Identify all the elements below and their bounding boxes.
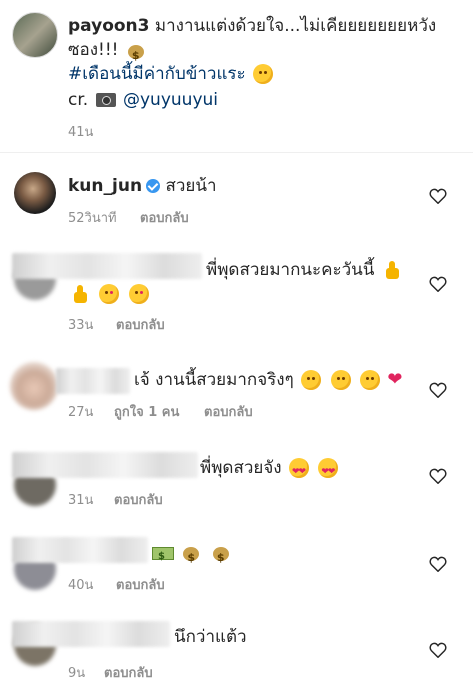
like-heart-icon[interactable] [429, 188, 447, 204]
smiling-emoji-icon [359, 370, 380, 390]
kiss-emoji-icon [99, 284, 120, 304]
comment-time: 40น [68, 578, 94, 593]
like-heart-icon[interactable] [429, 276, 447, 292]
comment-line: พี่พุดสวยมากนะคะวันนี้ [206, 259, 404, 281]
comment-time: 9น [68, 666, 86, 681]
comment-time: 52วินาที [68, 211, 117, 226]
money-face-emoji-icon [126, 40, 146, 67]
comment-text: เจ้ งานนี้สวยมากจริงๆ [134, 370, 294, 390]
comment-text: สวยน้า [165, 176, 217, 196]
heart-eyes-emoji-icon [289, 458, 310, 483]
smiling-emoji-icon [330, 370, 351, 390]
caption-credit-handle[interactable]: @yuyuuyui [123, 90, 218, 110]
camera-emoji-icon [95, 93, 116, 107]
caption-username[interactable]: payoon3 [68, 16, 150, 36]
money-bag-emoji-icon [211, 542, 231, 569]
comment-username[interactable]: kun_jun [68, 176, 142, 196]
comment-line: นึกว่าแต้ว [174, 626, 247, 648]
laughing-emoji-icon [253, 64, 274, 84]
reply-button[interactable]: ตอบกลับ [104, 662, 153, 683]
thumbs-up-emoji-icon [70, 284, 90, 304]
reply-button[interactable]: ตอบกลับ [114, 489, 163, 510]
comment-line: เจ้ งานนี้สวยมากจริงๆ ❤ [134, 369, 402, 391]
reply-button[interactable]: ตอบกลับ [204, 401, 253, 422]
like-heart-icon[interactable] [429, 556, 447, 572]
caption-divider [0, 152, 473, 153]
caption-text-line1: มางานแต่งด้วยใจ...ไม่เคียยยยยยยหวัง [154, 16, 437, 36]
caption-credit-line: cr. @yuyuuyui [68, 89, 218, 111]
like-heart-icon[interactable] [429, 382, 447, 398]
redacted-username [56, 368, 130, 394]
smiling-emoji-icon [301, 370, 322, 390]
commenter-avatar[interactable] [10, 362, 58, 410]
like-heart-icon[interactable] [429, 642, 447, 658]
reply-button[interactable]: ตอบกลับ [116, 314, 165, 335]
reply-button[interactable]: ตอบกลับ [140, 207, 189, 228]
red-heart-emoji-icon: ❤ [387, 369, 403, 390]
caption-hashtag[interactable]: #เดือนนี้มีค่ากับข้าวแระ [68, 64, 246, 84]
caption-time: 41น [68, 125, 94, 140]
thumbs-up-emoji-icon [382, 260, 402, 280]
redacted-username [12, 621, 170, 647]
heart-eyes-emoji-icon [318, 458, 339, 483]
reply-button[interactable]: ตอบกลับ [116, 574, 165, 595]
caption-line2: ซอง!!! [68, 39, 148, 67]
comment-line: kun_jun สวยน้า [68, 175, 217, 197]
verified-badge-icon [146, 179, 161, 193]
caption-hashtag-line: #เดือนนี้มีค่ากับข้าวแระ [68, 63, 275, 85]
redacted-username [12, 452, 198, 478]
comment-time: 33น [68, 318, 94, 333]
comment-text: พี่พุดสวยจัง [200, 458, 282, 478]
caption-avatar[interactable] [12, 12, 58, 58]
like-count-button[interactable]: ถูกใจ 1 คน [114, 401, 179, 422]
kiss-emoji-icon [128, 284, 149, 304]
comment-text: พี่พุดสวยมากนะคะวันนี้ [206, 260, 375, 280]
caption-credit-prefix: cr. [68, 90, 89, 110]
comment-line [150, 541, 233, 569]
like-heart-icon[interactable] [429, 468, 447, 484]
caption-line1: payoon3 มางานแต่งด้วยใจ...ไม่เคียยยยยยยห… [68, 15, 436, 37]
redacted-username [12, 537, 148, 563]
commenter-avatar[interactable] [14, 172, 56, 214]
caption-text-line2: ซอง!!! [68, 40, 119, 60]
comment-line: พี่พุดสวยจัง [200, 457, 340, 483]
comment-time: 31น [68, 493, 94, 508]
comment-text: นึกว่าแต้ว [174, 627, 247, 647]
dollar-bill-emoji-icon [152, 542, 174, 568]
comment-emoji-line [68, 283, 151, 305]
comment-time: 27น [68, 405, 94, 420]
redacted-username [12, 253, 202, 279]
money-bag-emoji-icon [181, 542, 201, 569]
